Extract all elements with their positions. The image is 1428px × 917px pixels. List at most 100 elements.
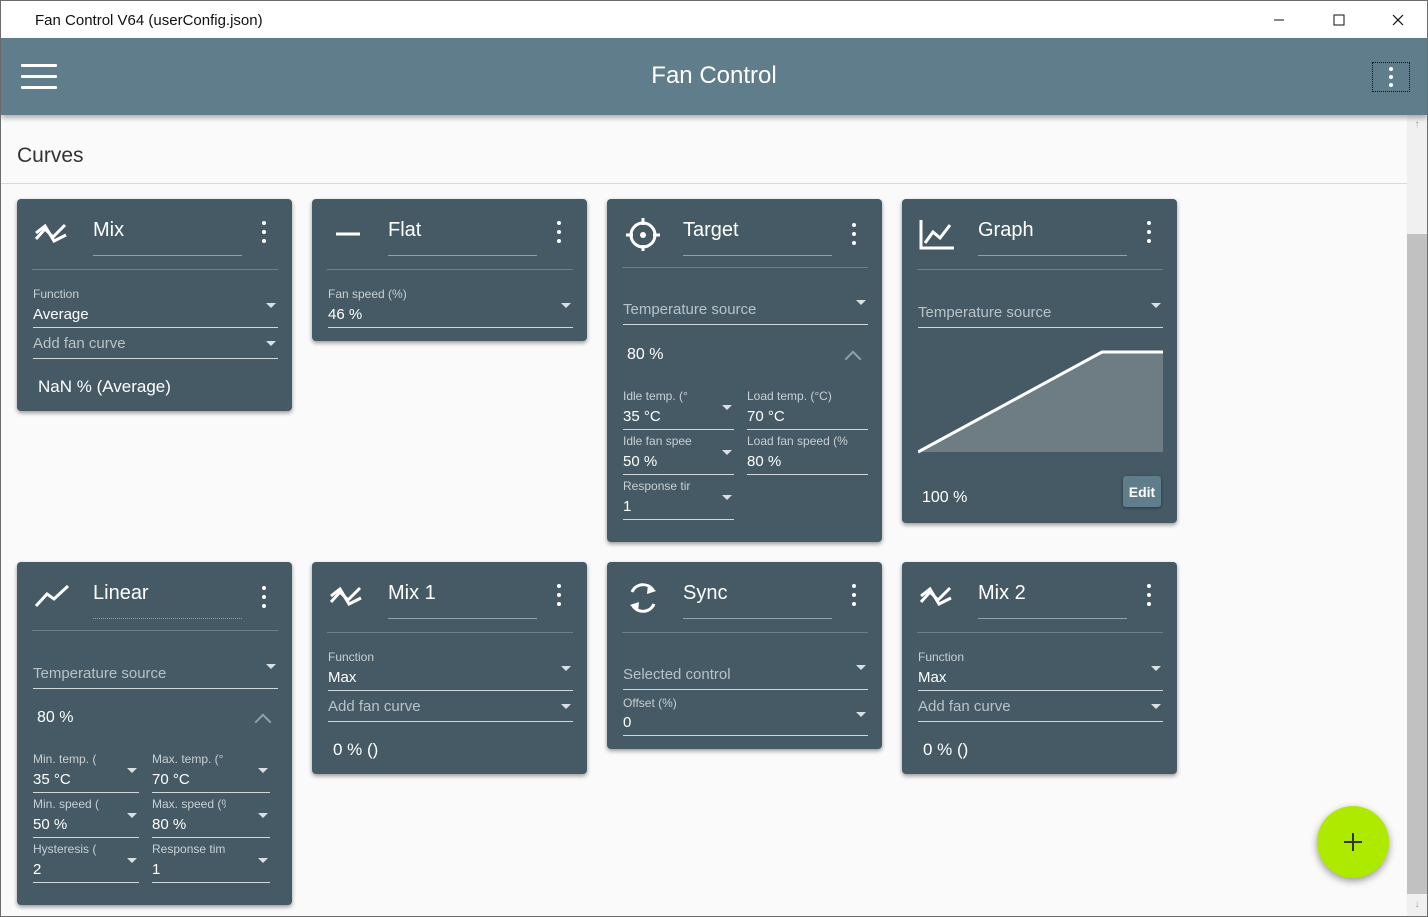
chevron-up-icon[interactable] xyxy=(254,713,272,731)
temperature-source-select[interactable]: Temperature source xyxy=(33,657,278,689)
app-bar: Fan Control xyxy=(1,38,1427,115)
close-icon xyxy=(1392,14,1404,25)
curve-name-input[interactable]: Sync xyxy=(683,582,832,619)
curve-name-input[interactable]: Target xyxy=(683,219,832,256)
chevron-down-icon xyxy=(266,303,276,308)
card-menu-icon[interactable] xyxy=(258,221,270,243)
idle-fan-speed-field[interactable]: Idle fan spee 50 % xyxy=(623,434,734,475)
curve-card-target: Target Temperature source 80 % Idle temp… xyxy=(607,199,882,542)
function-select[interactable]: Function Max xyxy=(328,650,573,691)
curve-name-input[interactable]: Mix xyxy=(93,219,242,256)
minimize-button[interactable] xyxy=(1256,1,1302,38)
app-title: Fan Control xyxy=(651,62,777,89)
chevron-down-icon xyxy=(1151,704,1161,709)
curve-card-flat: Flat Fan speed (%) 46 % xyxy=(312,199,587,341)
section-title: Curves xyxy=(17,144,84,167)
card-menu-icon[interactable] xyxy=(848,223,860,245)
curve-output: 0 % () xyxy=(923,740,969,759)
minimize-icon xyxy=(1274,19,1284,20)
add-fan-curve-select[interactable]: Add fan curve xyxy=(328,694,573,722)
edit-graph-button[interactable]: Edit xyxy=(1123,476,1161,507)
response-time-field[interactable]: Response tir 1 xyxy=(623,479,734,520)
chevron-down-icon xyxy=(722,450,732,455)
chevron-down-icon xyxy=(1151,666,1161,671)
curve-card-mix-1: Mix 1 Function Max Add fan curve 0 % () xyxy=(312,562,587,774)
scroll-up-arrow[interactable]: ↑ xyxy=(1407,119,1427,130)
min-temp-field[interactable]: Min. temp. ( 35 °C xyxy=(33,752,139,793)
chevron-down-icon xyxy=(258,858,268,863)
chevron-down-icon xyxy=(127,768,137,773)
add-fan-curve-select[interactable]: Add fan curve xyxy=(918,694,1163,722)
mix-icon xyxy=(328,580,368,612)
add-curve-button[interactable] xyxy=(1317,806,1389,878)
chevron-down-icon xyxy=(722,405,732,410)
curve-name-input[interactable]: Mix 2 xyxy=(978,582,1127,619)
card-menu-icon[interactable] xyxy=(258,586,270,608)
chevron-down-icon xyxy=(856,300,866,305)
curve-value: 100 % xyxy=(922,489,968,506)
mix-icon xyxy=(33,217,73,249)
card-menu-icon[interactable] xyxy=(1143,221,1155,243)
section-divider xyxy=(1,183,1407,184)
chevron-down-icon xyxy=(561,666,571,671)
mix-icon xyxy=(918,580,958,612)
curve-card-sync: Sync Selected control Offset (%) 0 xyxy=(607,562,882,749)
sync-icon xyxy=(623,580,663,613)
flat-line-icon xyxy=(328,217,368,249)
maximize-button[interactable] xyxy=(1316,1,1362,38)
card-menu-icon[interactable] xyxy=(553,584,565,606)
scroll-down-arrow[interactable]: ↓ xyxy=(1407,899,1427,910)
response-time-field[interactable]: Response tim 1 xyxy=(152,842,270,883)
min-speed-field[interactable]: Min. speed ( 50 % xyxy=(33,797,139,838)
curve-name-input[interactable]: Flat xyxy=(388,219,537,256)
card-menu-icon[interactable] xyxy=(1143,584,1155,606)
chevron-down-icon xyxy=(722,495,732,500)
load-fan-speed-field[interactable]: Load fan speed (% 80 % xyxy=(747,434,868,475)
window-title: Fan Control V64 (userConfig.json) xyxy=(35,12,263,29)
curve-card-linear: Linear Temperature source 80 % Min. temp… xyxy=(17,562,292,905)
idle-temp-field[interactable]: Idle temp. (° 35 °C xyxy=(623,389,734,430)
chevron-down-icon xyxy=(561,303,571,308)
curve-name-input[interactable]: Graph xyxy=(978,219,1127,256)
max-temp-field[interactable]: Max. temp. (° 70 °C xyxy=(152,752,270,793)
curve-output: 0 % () xyxy=(333,740,379,759)
chevron-down-icon xyxy=(258,768,268,773)
temperature-source-select[interactable]: Temperature source xyxy=(918,296,1163,328)
curve-name-input[interactable]: Linear xyxy=(93,582,242,619)
selected-control-select[interactable]: Selected control xyxy=(623,658,868,690)
chevron-down-icon xyxy=(127,858,137,863)
curve-output: NaN % (Average) xyxy=(38,377,171,396)
maximize-icon xyxy=(1333,14,1345,25)
close-button[interactable] xyxy=(1375,1,1421,38)
plus-icon xyxy=(1344,833,1362,851)
crosshair-icon xyxy=(623,217,663,252)
chevron-down-icon xyxy=(856,712,866,717)
add-fan-curve-select[interactable]: Add fan curve xyxy=(33,331,278,359)
offset-field[interactable]: Offset (%) 0 xyxy=(623,696,868,736)
curve-value: 80 % xyxy=(37,709,74,726)
temperature-source-select[interactable]: Temperature source xyxy=(623,293,868,325)
chevron-down-icon xyxy=(266,341,276,346)
curve-card-mix: Mix Function Average Add fan curve NaN %… xyxy=(17,199,292,411)
curve-value: 80 % xyxy=(627,346,664,363)
card-menu-icon[interactable] xyxy=(848,584,860,606)
function-select[interactable]: Function Average xyxy=(33,287,278,328)
fan-speed-field[interactable]: Fan speed (%) 46 % xyxy=(328,287,573,328)
chevron-down-icon xyxy=(127,813,137,818)
curve-graph-preview[interactable] xyxy=(918,347,1164,457)
scrollbar-thumb[interactable] xyxy=(1407,234,1427,894)
hysteresis-field[interactable]: Hysteresis ( 2 xyxy=(33,842,139,883)
load-temp-field[interactable]: Load temp. (°C) 70 °C xyxy=(747,389,868,430)
curve-card-graph: Graph Temperature source 100 % Edit xyxy=(902,199,1177,523)
card-menu-icon[interactable] xyxy=(553,221,565,243)
chevron-down-icon xyxy=(266,664,276,669)
curve-name-input[interactable]: Mix 1 xyxy=(388,582,537,619)
max-speed-field[interactable]: Max. speed (% 80 % xyxy=(152,797,270,838)
window-titlebar: Fan Control V64 (userConfig.json) xyxy=(1,1,1427,38)
chevron-down-icon xyxy=(1151,303,1161,308)
linear-trend-icon xyxy=(33,580,73,612)
chevron-up-icon[interactable] xyxy=(844,350,862,368)
chevron-down-icon xyxy=(856,665,866,670)
function-select[interactable]: Function Max xyxy=(918,650,1163,691)
more-options-icon[interactable] xyxy=(1372,62,1410,92)
